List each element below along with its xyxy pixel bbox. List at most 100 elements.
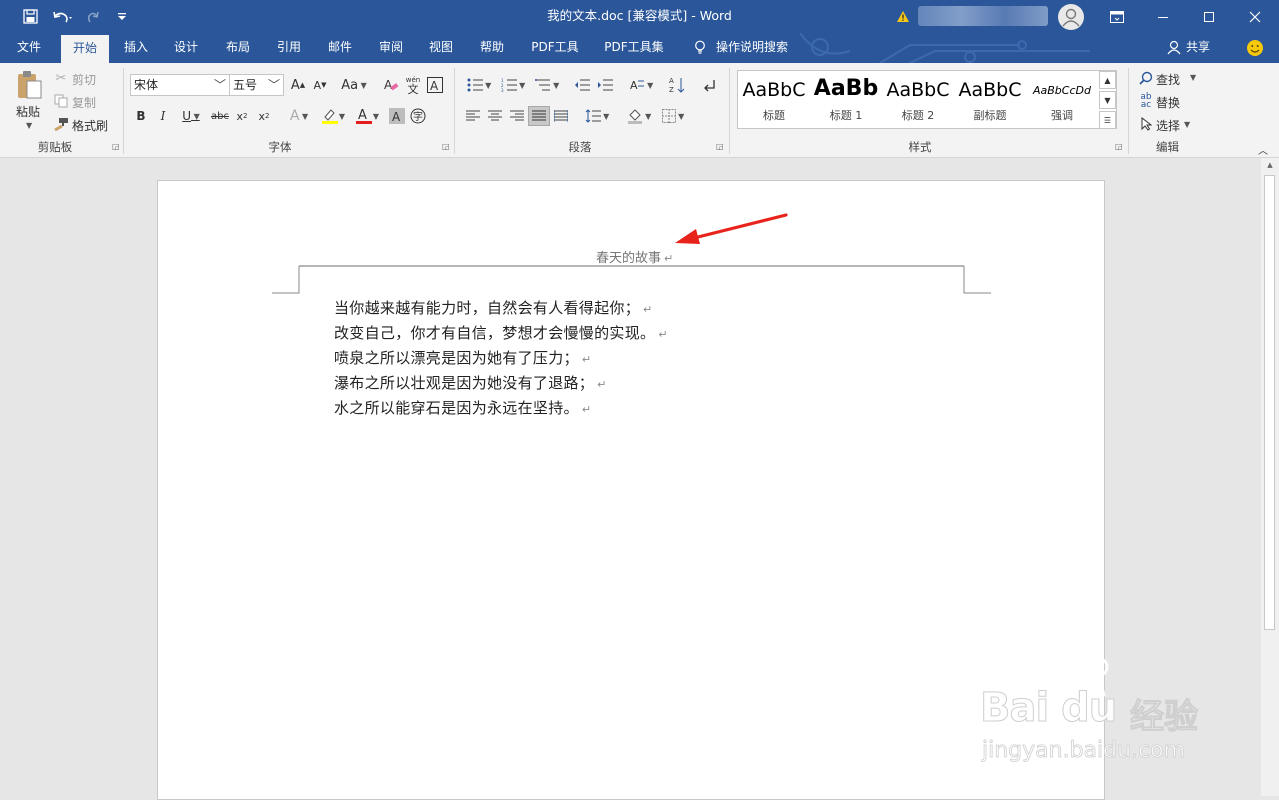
phonetic-guide-icon[interactable]: wén 文 [403,75,423,95]
copy-icon[interactable] [53,93,69,109]
body-line-2[interactable]: 改变自己，你才有自信，梦想才会慢慢的实现。 ↵ [334,322,668,343]
find-dropdown-icon[interactable]: ▼ [1190,73,1196,82]
text-effects-icon[interactable]: A ▼ [286,107,312,125]
multilevel-list-icon[interactable]: ▼ [532,77,562,93]
tab-review[interactable]: 审阅 [371,33,411,63]
superscript-icon[interactable]: x2 [256,108,272,124]
tab-insert[interactable]: 插入 [116,33,156,63]
subscript-icon[interactable]: x2 [234,108,250,124]
bold-icon[interactable]: B [134,108,148,124]
style-title[interactable]: AaBbC 标题 [738,71,810,128]
bullets-icon[interactable]: ▼ [464,77,494,93]
body-line-3[interactable]: 喷泉之所以漂亮是因为她有了压力； ↵ [334,347,591,368]
increase-indent-icon[interactable] [595,77,615,93]
highlight-icon[interactable]: ▼ [318,107,348,125]
undo-icon[interactable] [48,0,78,33]
maximize-icon[interactable] [1196,0,1222,33]
tab-pdf-tools[interactable]: PDF工具 [526,33,584,63]
clipboard-launcher-icon[interactable]: ◲ [112,143,120,151]
select-dropdown-icon[interactable]: ▼ [1184,120,1190,129]
style-heading-1[interactable]: AaBb 标题 1 [810,71,882,128]
borders-icon[interactable]: ▼ [658,108,688,124]
customize-icon[interactable] [114,0,130,33]
find-icon[interactable] [1138,70,1154,86]
chevron-down-icon: ﹀ [213,78,226,92]
tab-pdf-toolset[interactable]: PDF工具集 [598,33,670,63]
tab-design[interactable]: 设计 [166,33,206,63]
tab-references[interactable]: 引用 [269,33,309,63]
paste-icon[interactable] [14,69,44,101]
styles-launcher-icon[interactable]: ◲ [1115,143,1123,151]
tab-help[interactable]: 帮助 [472,33,512,63]
style-subtitle[interactable]: AaBbC 副标题 [954,71,1026,128]
strikethrough-icon[interactable]: abc [210,108,230,124]
paragraph-launcher-icon[interactable]: ◲ [716,143,724,151]
format-painter-icon[interactable] [53,116,69,132]
align-center-icon[interactable] [486,108,504,124]
copy-button[interactable]: 复制 [72,94,96,111]
decrease-indent-icon[interactable] [572,77,592,93]
body-line-5[interactable]: 水之所以能穿石是因为永远在坚持。 ↵ [334,397,591,418]
font-launcher-icon[interactable]: ◲ [442,143,450,151]
enclose-characters-icon[interactable]: 字 [409,107,427,125]
avatar[interactable] [1058,4,1084,30]
numbering-icon[interactable]: 123 ▼ [498,77,528,93]
vertical-scrollbar[interactable]: ▲ [1261,158,1279,796]
save-icon[interactable] [18,0,42,33]
cut-button[interactable]: 剪切 [72,71,96,88]
font-size-select[interactable]: 五号 ﹀ [229,74,284,96]
scrollbar-thumb[interactable] [1264,175,1275,630]
smiley-feedback-icon[interactable] [1244,33,1266,63]
clear-formatting-icon[interactable]: A [382,76,400,94]
body-line-4[interactable]: 瀑布之所以壮观是因为她没有了退路； ↵ [334,372,607,393]
align-left-icon[interactable] [464,108,482,124]
paste-button[interactable]: 粘贴 [16,103,40,120]
style-heading-2[interactable]: AaBbC 标题 2 [882,71,954,128]
styles-scroll-up-icon[interactable]: ▲ [1099,71,1116,89]
find-button[interactable]: 查找 [1156,71,1180,88]
format-painter-button[interactable]: 格式刷 [72,117,108,134]
tab-file[interactable]: 文件 [10,33,48,63]
tab-mailings[interactable]: 邮件 [320,33,360,63]
close-icon[interactable] [1242,0,1268,33]
italic-icon[interactable]: I [156,108,170,124]
style-emphasis[interactable]: AaBbCcDd 强调 [1026,71,1098,128]
underline-icon[interactable]: U ▼ [178,108,204,124]
lightbulb-icon[interactable] [690,33,710,63]
redo-icon[interactable] [84,0,102,33]
shading-icon[interactable]: ▼ [624,108,654,124]
replace-button[interactable]: 替换 [1156,94,1180,111]
share-person-icon[interactable] [1164,33,1184,63]
font-name-select[interactable]: 宋体 ﹀ [130,74,230,96]
distributed-icon[interactable] [552,108,570,124]
font-color-icon[interactable]: A ▼ [352,107,382,125]
body-line-1[interactable]: 当你越来越有能力时，自然会有人看得起你； ↵ [334,297,653,318]
character-border-icon[interactable]: A [426,76,444,94]
change-case-icon[interactable]: Aa ▼ [338,76,370,94]
justify-icon[interactable] [528,106,550,126]
tab-home[interactable]: 开始 [61,35,109,63]
line-spacing-icon[interactable]: ▼ [582,108,612,124]
styles-more-icon[interactable]: ☰ [1099,111,1116,129]
collapse-ribbon-icon[interactable]: ︿ [1256,143,1270,157]
tab-layout[interactable]: 布局 [218,33,258,63]
paste-dropdown-icon[interactable]: ▼ [26,121,32,130]
select-cursor-icon[interactable] [1138,116,1154,132]
styles-scroll-down-icon[interactable]: ▼ [1099,91,1116,109]
cut-icon[interactable]: ✂ [53,70,69,86]
ribbon-display-icon[interactable] [1104,0,1130,33]
minimize-icon[interactable] [1150,0,1176,33]
share-button[interactable]: 共享 [1184,33,1212,63]
show-marks-icon[interactable] [700,77,718,93]
sort-icon[interactable]: AZ [668,75,686,95]
tab-view[interactable]: 视图 [421,33,461,63]
character-shading-icon[interactable]: A [388,107,406,125]
chinese-layout-icon[interactable]: A ▼ [626,77,656,93]
shrink-font-icon[interactable]: A ▼ [311,76,329,94]
tell-me-search[interactable]: 操作说明搜索 [716,33,796,63]
replace-icon[interactable]: ab ac [1138,93,1154,110]
align-right-icon[interactable] [508,108,526,124]
grow-font-icon[interactable]: A ▲ [289,76,307,94]
scroll-up-icon[interactable]: ▲ [1265,160,1275,170]
select-button[interactable]: 选择 [1156,117,1180,134]
